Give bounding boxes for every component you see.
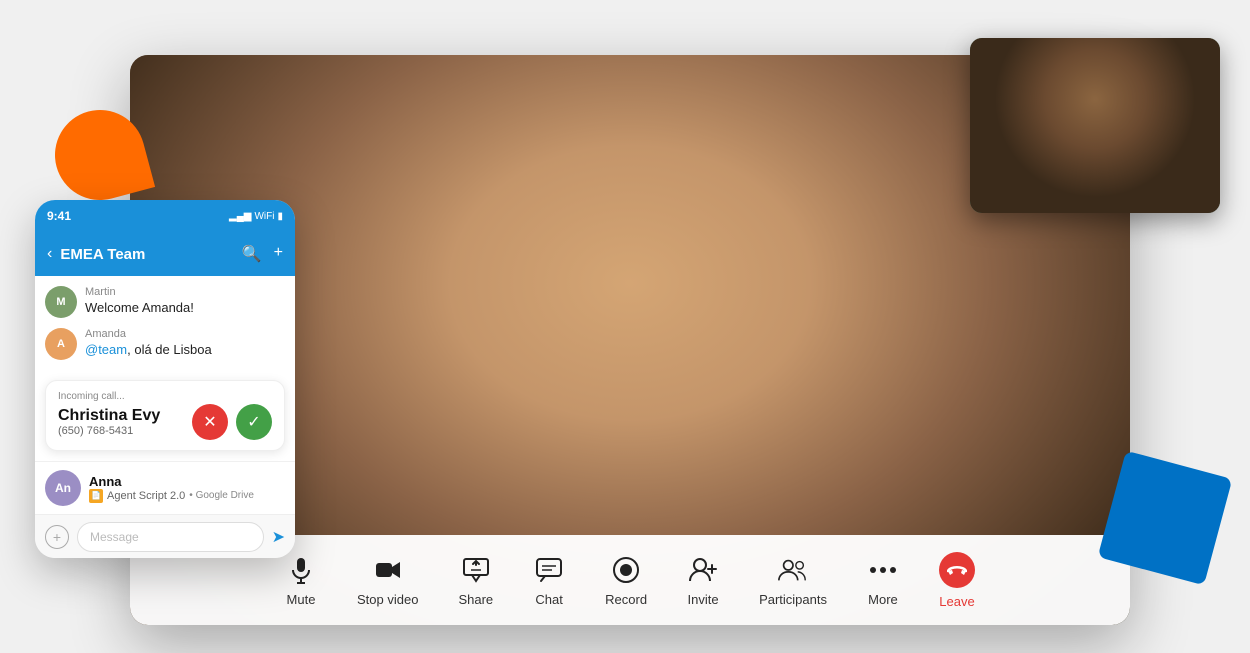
stop-video-label: Stop video xyxy=(357,592,418,607)
message-content: Amanda @team, olá de Lisboa xyxy=(85,328,212,357)
attachment-button[interactable]: + xyxy=(45,525,69,549)
wifi-icon: WiFi xyxy=(254,211,274,222)
phone-chat-header: ‹ EMEA Team 🔍 + xyxy=(35,232,295,276)
message-text: Welcome Amanda! xyxy=(85,300,194,315)
chat-button[interactable]: Chat xyxy=(517,546,581,615)
avatar-amanda: A xyxy=(45,328,77,360)
recent-content: Anna 📄 Agent Script 2.0 • Google Drive xyxy=(89,474,254,503)
file-source: • Google Drive xyxy=(189,490,254,501)
avatar-anna: An xyxy=(45,470,81,506)
file-name: Agent Script 2.0 xyxy=(107,490,185,502)
search-icon[interactable]: 🔍 xyxy=(242,244,262,264)
video-camera-icon xyxy=(372,554,404,586)
caller-number: (650) 768-5431 xyxy=(58,425,160,437)
share-screen-icon xyxy=(460,554,492,586)
invite-button[interactable]: Invite xyxy=(671,546,735,615)
microphone-icon xyxy=(285,554,317,586)
message-content: Martin Welcome Amanda! xyxy=(85,286,194,315)
message-item: A Amanda @team, olá de Lisboa xyxy=(45,328,285,360)
ellipsis-icon xyxy=(867,554,899,586)
people-group-icon xyxy=(777,554,809,586)
battery-icon: ▮ xyxy=(277,211,283,222)
phone-status-icons: ▂▄▆ WiFi ▮ xyxy=(229,211,283,222)
caller-info-row: Christina Evy (650) 768-5431 ✕ ✓ xyxy=(58,404,272,440)
share-label: Share xyxy=(458,592,493,607)
message-text-input[interactable]: Message xyxy=(77,522,264,552)
file-icon: 📄 xyxy=(89,489,103,503)
leave-button[interactable]: Leave xyxy=(923,544,991,617)
message-sender: Amanda xyxy=(85,328,212,340)
stop-video-button[interactable]: Stop video xyxy=(341,546,434,615)
chat-message-list: M Martin Welcome Amanda! A Amanda @team,… xyxy=(35,276,295,380)
share-button[interactable]: Share xyxy=(442,546,509,615)
message-input-bar: + Message ➤ xyxy=(35,514,295,558)
recent-sender-name: Anna xyxy=(89,474,254,489)
record-label: Record xyxy=(605,592,647,607)
accept-call-button[interactable]: ✓ xyxy=(236,404,272,440)
decline-call-button[interactable]: ✕ xyxy=(192,404,228,440)
mention-tag: @team xyxy=(85,342,127,357)
more-label: More xyxy=(868,592,898,607)
phone-status-bar: 9:41 ▂▄▆ WiFi ▮ xyxy=(35,200,295,232)
participants-button[interactable]: Participants xyxy=(743,546,843,615)
message-item: M Martin Welcome Amanda! xyxy=(45,286,285,318)
person-add-icon xyxy=(687,554,719,586)
incoming-call-card: Incoming call... Christina Evy (650) 768… xyxy=(45,380,285,451)
phone-time: 9:41 xyxy=(47,209,71,223)
mobile-phone-overlay: 9:41 ▂▄▆ WiFi ▮ ‹ EMEA Team 🔍 + M Martin… xyxy=(35,200,295,558)
message-sender: Martin xyxy=(85,286,194,298)
back-button[interactable]: ‹ xyxy=(47,245,52,263)
send-message-button[interactable]: ➤ xyxy=(272,527,285,547)
message-text: @team, olá de Lisboa xyxy=(85,342,212,357)
record-button[interactable]: Record xyxy=(589,546,663,615)
avatar-martin: M xyxy=(45,286,77,318)
signal-icon: ▂▄▆ xyxy=(229,211,251,222)
invite-label: Invite xyxy=(688,592,719,607)
mute-label: Mute xyxy=(287,592,316,607)
message-placeholder: Message xyxy=(90,530,139,544)
chat-title: EMEA Team xyxy=(60,246,233,263)
call-action-buttons: ✕ ✓ xyxy=(192,404,272,440)
caller-name: Christina Evy xyxy=(58,407,160,425)
pip-participant xyxy=(970,38,1220,213)
record-circle-icon xyxy=(610,554,642,586)
chat-bubble-icon xyxy=(533,554,565,586)
leave-label: Leave xyxy=(939,594,974,609)
phone-end-icon xyxy=(939,552,975,588)
incoming-call-label: Incoming call... xyxy=(58,391,272,402)
recent-message-item: An Anna 📄 Agent Script 2.0 • Google Driv… xyxy=(35,461,295,514)
participants-label: Participants xyxy=(759,592,827,607)
add-icon[interactable]: + xyxy=(274,244,283,264)
header-action-icons: 🔍 + xyxy=(242,244,283,264)
recent-message-preview: 📄 Agent Script 2.0 • Google Drive xyxy=(89,489,254,503)
more-button[interactable]: More xyxy=(851,546,915,615)
caller-details: Christina Evy (650) 768-5431 xyxy=(58,407,160,437)
chat-label: Chat xyxy=(535,592,562,607)
pip-video-feed xyxy=(970,38,1220,213)
